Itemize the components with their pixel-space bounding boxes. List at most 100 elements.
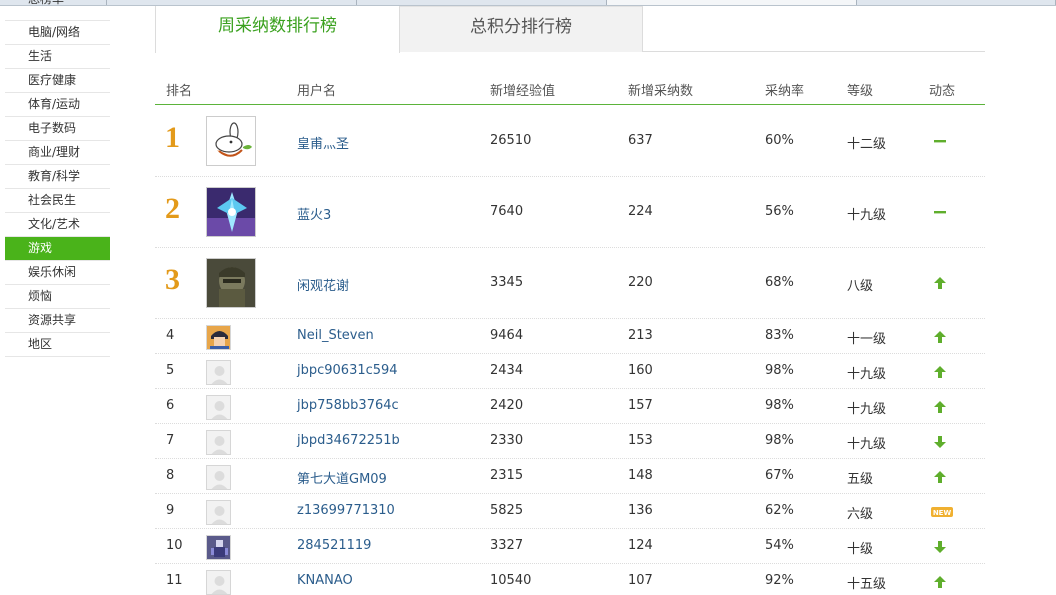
new-adoptions-value: 136 [628,503,653,518]
browser-tab-segment[interactable] [857,0,1056,5]
rank-number: 5 [166,363,175,378]
level-value: 十九级 [847,437,887,452]
username-link[interactable]: 皇甫灬圣 [297,133,349,152]
default-user-icon[interactable] [206,500,231,525]
sidebar-item[interactable]: 教育/科学 [5,165,110,189]
adoption-rate-value: 56% [765,204,794,219]
default-user-icon[interactable] [206,465,231,490]
sidebar-item-label: 文化/艺术 [28,217,81,231]
sidebar-item[interactable]: 生活 [5,45,110,69]
new-exp-value: 2330 [490,433,524,448]
rank-number: 10 [166,538,183,553]
username-link[interactable]: z13699771310 [297,503,395,518]
sidebar-item[interactable]: 体育/运动 [5,93,110,117]
adoption-rate-value: 67% [765,468,794,483]
new-adoptions-value: 157 [628,398,653,413]
adoption-rate-value: 62% [765,503,794,518]
new-adoptions-value: 124 [628,538,653,553]
new-exp-value: 2434 [490,363,524,378]
new-adoptions-value: 213 [628,328,653,343]
browser-tab-segment-active[interactable] [607,0,857,5]
rank-number: 7 [166,433,175,448]
sidebar-item[interactable]: 社会民生 [5,189,110,213]
adoption-rate-value: 92% [765,573,794,588]
sidebar-item-label: 商业/理财 [28,145,81,159]
username-link[interactable]: 闲观花谢 [297,275,349,294]
table-row: 6 jbp758bb3764c 2420 157 98% 十九级 [155,389,985,424]
sidebar-item[interactable]: 电脑/网络 [5,21,110,45]
username-link[interactable]: jbpc90631c594 [297,363,398,378]
new-exp-value: 5825 [490,503,524,518]
level-value: 十九级 [847,208,887,223]
user-avatar[interactable] [206,325,231,350]
new-exp-value: 26510 [490,133,532,148]
ranking-table-body: 1 皇甫灬圣 26510 637 60% 十二级 2 蓝火3 7640 224 56% 十九级 3 闲观花… [155,106,985,595]
trend-flat-dash-icon [931,205,949,219]
level-value: 十五级 [847,577,887,592]
adoption-rate-value: 54% [765,538,794,553]
header-adoption-rate: 采纳率 [765,84,805,99]
new-adoptions-value: 637 [628,133,653,148]
adoption-rate-value: 60% [765,133,794,148]
trend-up-arrow-icon [931,470,949,484]
sidebar-item[interactable]: 地区 [5,333,110,357]
username-link[interactable]: jbpd34672251b [297,433,400,448]
default-user-icon[interactable] [206,395,231,420]
default-user-icon[interactable] [206,360,231,385]
user-avatar[interactable] [206,258,256,308]
sidebar-item[interactable]: 商业/理财 [5,141,110,165]
new-exp-value: 9464 [490,328,524,343]
ranking-tabs: 周采纳数排行榜 总积分排行榜 [155,6,985,53]
header-trend: 动态 [929,84,956,99]
adoption-rate-value: 98% [765,433,794,448]
new-adoptions-value: 160 [628,363,653,378]
tab-total-points-ranking[interactable]: 总积分排行榜 [400,6,643,52]
sidebar-item-label: 社会民生 [28,193,77,207]
username-link[interactable]: 第七大道GM09 [297,468,387,487]
sidebar-item[interactable]: 资源共享 [5,309,110,333]
header-new-adoptions: 新增采纳数 [628,84,694,99]
level-value: 十九级 [847,402,887,417]
rank-number: 3 [165,263,180,296]
rank-number: 6 [166,398,175,413]
table-row: 5 jbpc90631c594 2434 160 98% 十九级 [155,354,985,389]
default-user-icon[interactable] [206,430,231,455]
sidebar-item[interactable]: 医疗健康 [5,69,110,93]
sidebar-item[interactable]: 总榜单 [5,0,110,21]
new-adoptions-value: 224 [628,204,653,219]
username-link[interactable]: 蓝火3 [297,204,331,223]
username-link[interactable]: KNANAO [297,573,353,588]
sidebar-item-label: 烦恼 [28,289,53,303]
user-avatar[interactable] [206,116,256,166]
browser-tab-segment[interactable] [107,0,357,5]
adoption-rate-value: 83% [765,328,794,343]
new-exp-value: 7640 [490,204,524,219]
sidebar-item[interactable]: 游戏 [5,237,110,261]
table-row: 2 蓝火3 7640 224 56% 十九级 [155,177,985,248]
new-adoptions-value: 148 [628,468,653,483]
username-link[interactable]: 284521119 [297,538,371,553]
sidebar-item[interactable]: 文化/艺术 [5,213,110,237]
level-value: 八级 [847,279,874,294]
user-avatar[interactable] [206,187,256,237]
sidebar-item[interactable]: 烦恼 [5,285,110,309]
sidebar-item-label: 游戏 [28,241,53,255]
sidebar-item[interactable]: 电子数码 [5,117,110,141]
ranking-table-header: 排名 用户名 新增经验值 新增采纳数 采纳率 等级 动态 [155,70,985,105]
trend-down-arrow-icon [931,435,949,449]
browser-tab-segment[interactable] [357,0,607,5]
level-value: 十级 [847,542,874,557]
username-link[interactable]: jbp758bb3764c [297,398,399,413]
user-avatar[interactable] [206,535,231,560]
sidebar-item[interactable]: 娱乐休闲 [5,261,110,285]
sidebar-item-label: 体育/运动 [28,97,81,111]
username-link[interactable]: Neil_Steven [297,328,374,343]
new-adoptions-value: 153 [628,433,653,448]
default-user-icon[interactable] [206,570,231,595]
header-new-exp: 新增经验值 [490,84,556,99]
adoption-rate-value: 98% [765,398,794,413]
sidebar-item-label: 电子数码 [28,121,77,135]
tab-weekly-adoption-ranking[interactable]: 周采纳数排行榜 [155,6,400,53]
level-value: 六级 [847,507,874,522]
sidebar-item-label: 教育/科学 [28,169,81,183]
